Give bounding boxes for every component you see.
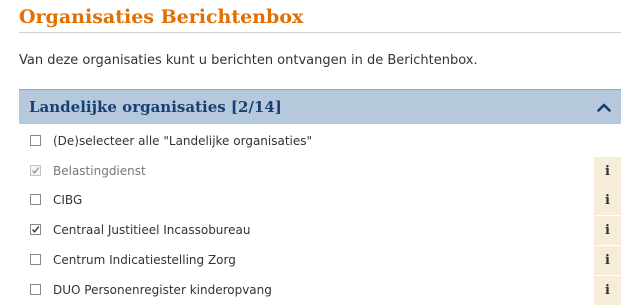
section-header-landelijke-organisaties[interactable]: Landelijke organisaties [2/14] (19, 89, 621, 124)
select-all-checkbox[interactable] (30, 135, 41, 146)
checkmark-icon (31, 167, 40, 174)
title-divider (19, 32, 621, 33)
organisation-checkbox[interactable] (30, 254, 41, 265)
info-button[interactable]: i (594, 216, 621, 245)
intro-text: Van deze organisaties kunt u berichten o… (19, 53, 478, 68)
organisation-row-belastingdienst: Belastingdienst i (19, 157, 621, 186)
organisation-label: Centrum Indicatiestelling Zorg (53, 253, 236, 267)
organisation-checkbox[interactable] (30, 284, 41, 295)
info-button[interactable]: i (594, 276, 621, 305)
organisation-row-duo: DUO Personenregister kinderopvang i (19, 276, 621, 305)
section-title: Landelijke organisaties [2/14] (29, 98, 282, 116)
organisation-row-cibg: CIBG i (19, 186, 621, 215)
organisation-checkbox[interactable] (30, 224, 41, 235)
organisation-row-ciz: Centrum Indicatiestelling Zorg i (19, 246, 621, 275)
info-button[interactable]: i (594, 186, 621, 215)
organisation-label: Belastingdienst (53, 164, 146, 178)
info-icon: i (605, 253, 610, 268)
page-title: Organisaties Berichtenbox (19, 6, 304, 28)
select-all-row: (De)selecteer alle "Landelijke organisat… (19, 127, 621, 156)
info-button[interactable]: i (594, 157, 621, 186)
organisation-label: CIBG (53, 193, 83, 207)
info-icon: i (605, 193, 610, 208)
organisation-checkbox[interactable] (30, 165, 41, 176)
info-button[interactable]: i (594, 246, 621, 275)
chevron-up-icon[interactable] (597, 102, 611, 112)
organisation-label: Centraal Justitieel Incassobureau (53, 223, 251, 237)
organisation-row-cjib: Centraal Justitieel Incassobureau i (19, 216, 621, 245)
select-all-label[interactable]: (De)selecteer alle "Landelijke organisat… (53, 134, 312, 149)
info-icon: i (605, 164, 610, 179)
organisation-label: DUO Personenregister kinderopvang (53, 283, 272, 297)
checkmark-icon (31, 226, 40, 233)
info-icon: i (605, 223, 610, 238)
info-icon: i (605, 283, 610, 298)
organisation-checkbox[interactable] (30, 194, 41, 205)
